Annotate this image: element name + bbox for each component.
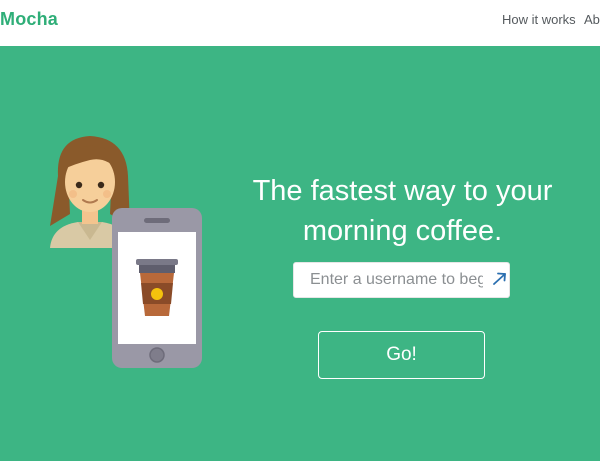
top-navbar: Mocha How it works Abo bbox=[0, 0, 600, 46]
pointer-cursor-icon bbox=[493, 272, 506, 285]
hero-illustration bbox=[50, 136, 202, 368]
username-input[interactable] bbox=[293, 262, 510, 298]
brand-logo[interactable]: Mocha bbox=[0, 9, 58, 30]
nav-how-it-works[interactable]: How it works bbox=[502, 12, 576, 27]
hero-headline: The fastest way to your morning coffee. bbox=[240, 171, 565, 251]
headline-line-1: The fastest way to your bbox=[252, 175, 553, 208]
go-button[interactable]: Go! bbox=[318, 331, 485, 379]
headline-line-2: morning coffee. bbox=[302, 215, 503, 248]
nav-about[interactable]: Abo bbox=[584, 12, 600, 27]
